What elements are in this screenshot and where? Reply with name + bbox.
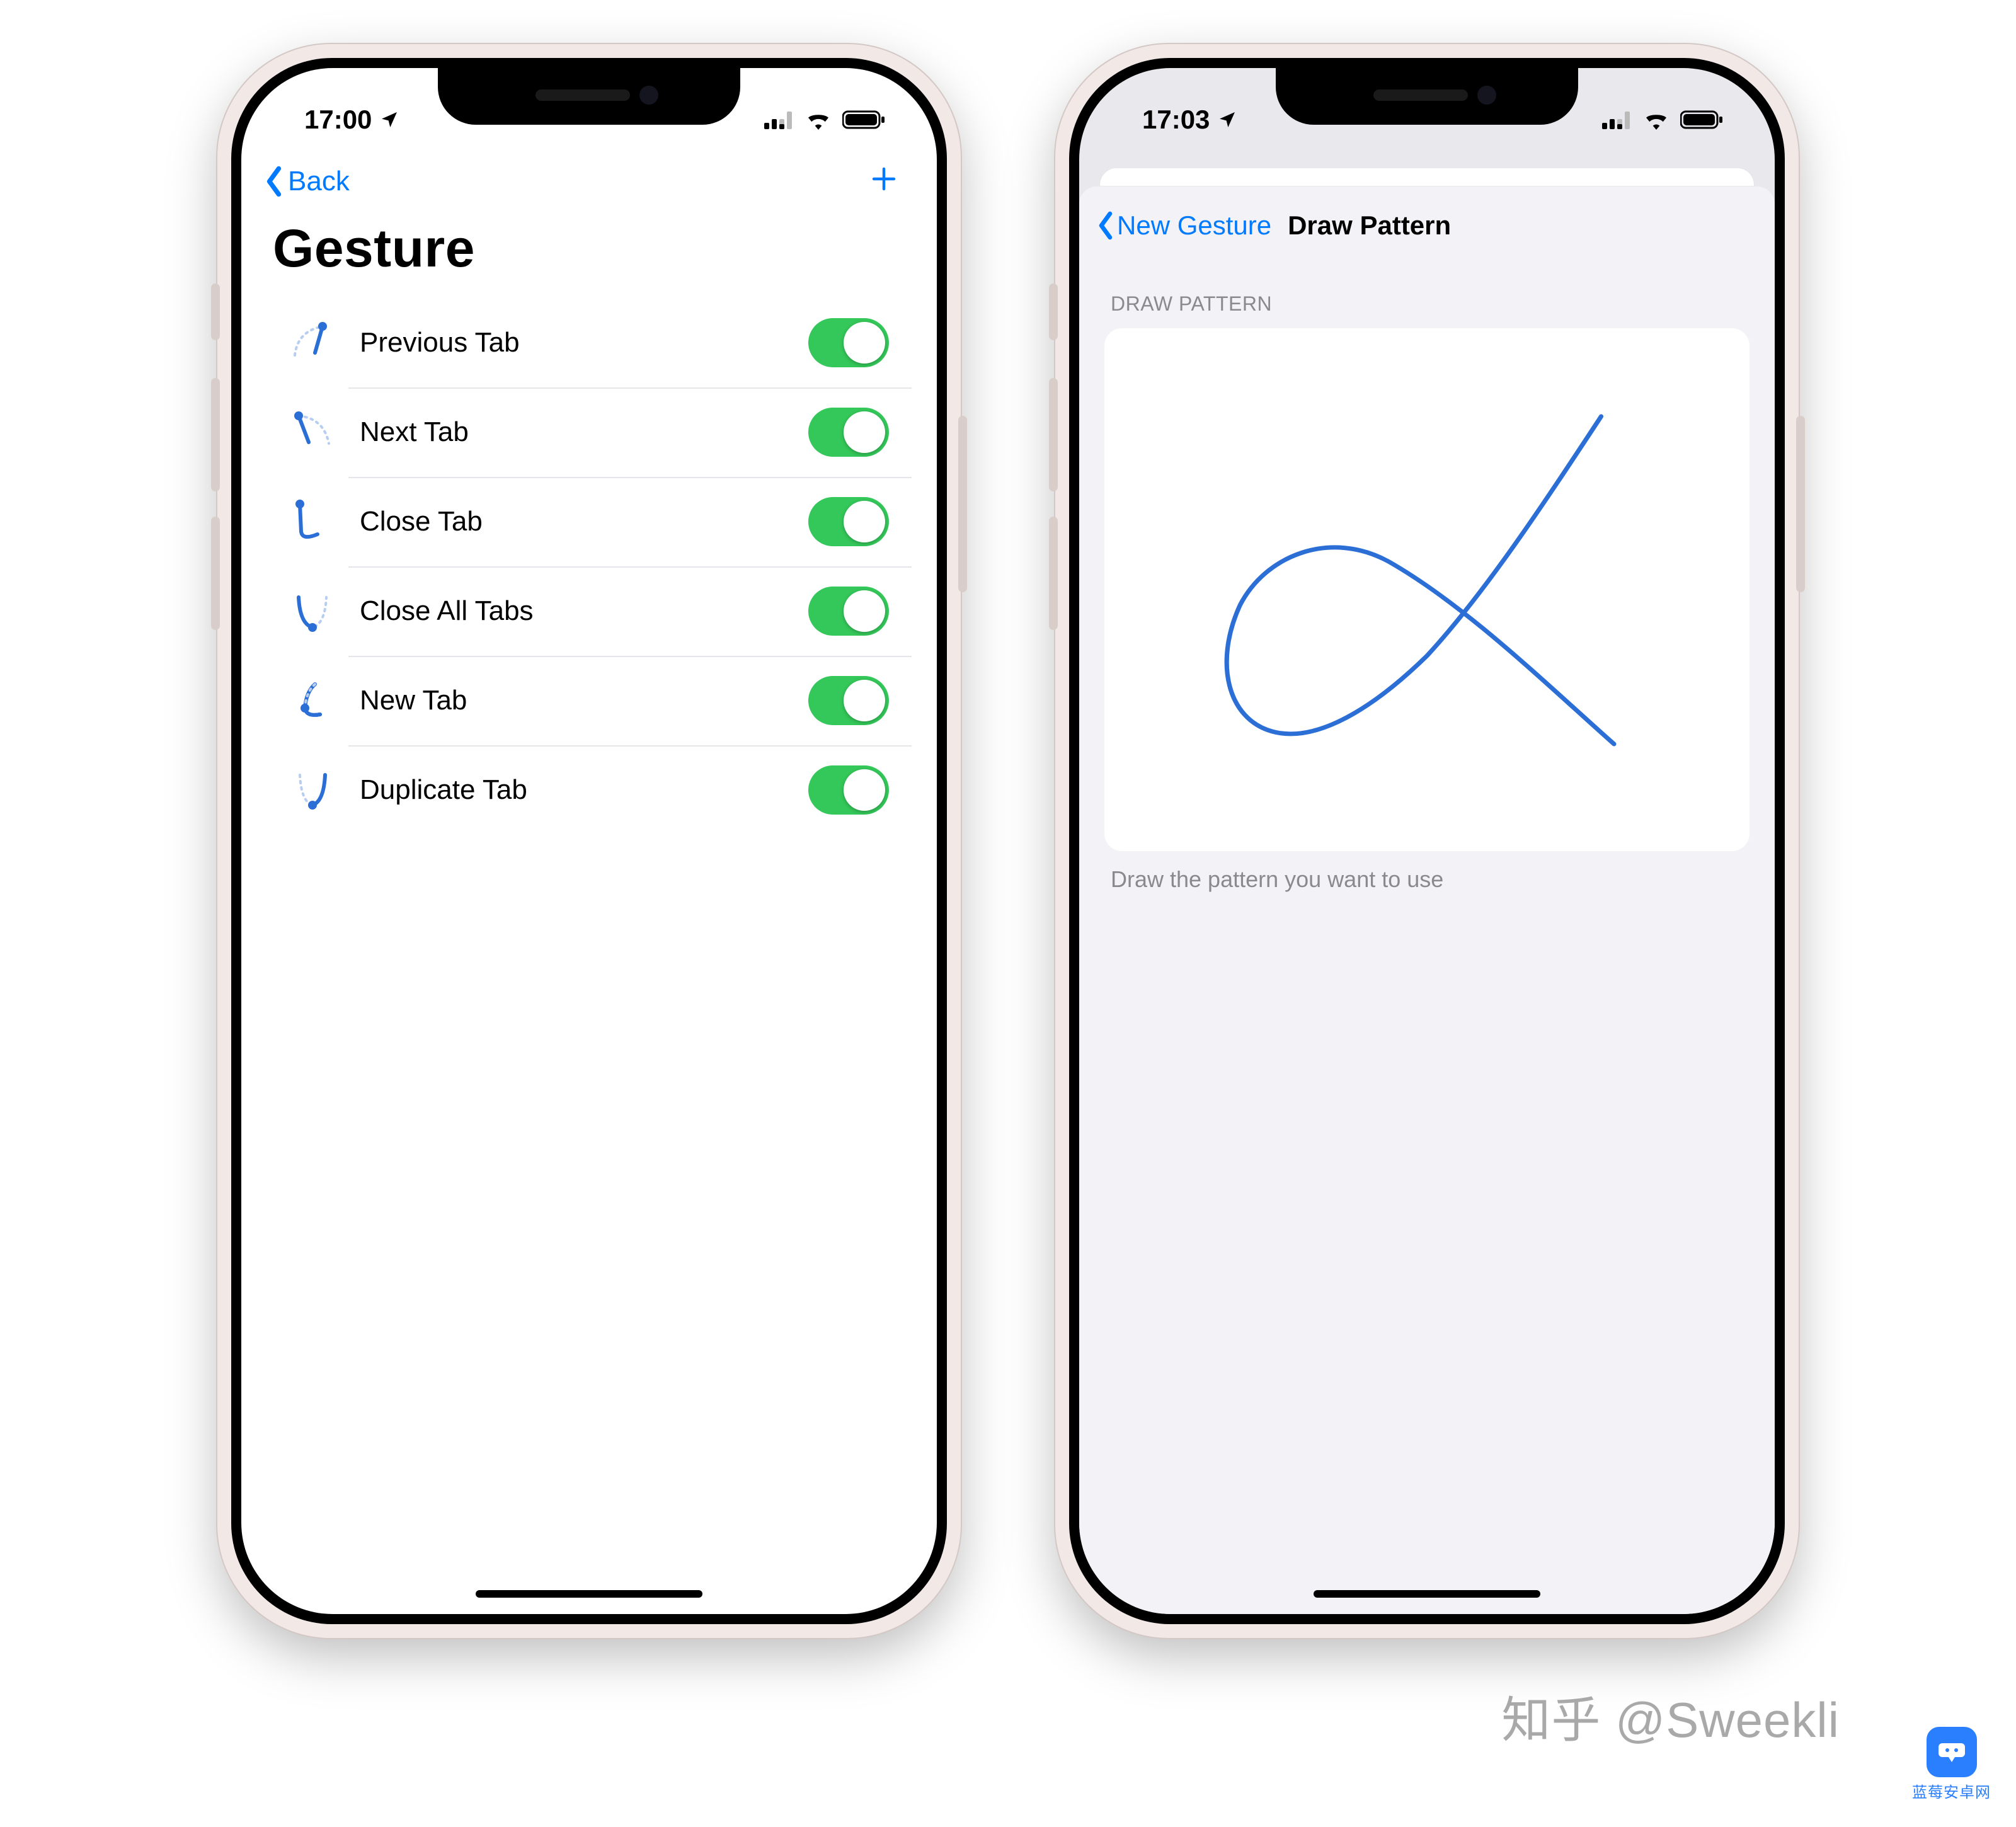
location-icon <box>1217 110 1237 130</box>
add-button[interactable] <box>869 163 905 200</box>
volume-down-button <box>211 517 220 630</box>
plus-icon <box>869 164 899 194</box>
cellular-icon <box>764 110 794 129</box>
row-label: Duplicate Tab <box>360 774 789 806</box>
toggle-new-tab[interactable] <box>808 676 889 725</box>
location-icon <box>379 110 399 130</box>
nav-bar: Back <box>241 150 937 207</box>
mute-switch <box>1049 284 1058 340</box>
back-button[interactable]: Back <box>263 165 350 198</box>
row-label: Close All Tabs <box>360 595 789 627</box>
phone-right: 17:03 <box>1055 44 1799 1638</box>
cellular-icon <box>1602 110 1632 129</box>
drawn-gesture-path <box>1104 328 1750 851</box>
row-label: Previous Tab <box>360 327 789 358</box>
back-label: Back <box>288 166 350 197</box>
notch <box>438 68 740 125</box>
status-time: 17:00 <box>304 105 372 135</box>
battery-icon <box>842 110 886 130</box>
phone-left: 17:00 <box>217 44 961 1638</box>
row-close-all-tabs[interactable]: Close All Tabs <box>266 566 912 656</box>
row-duplicate-tab[interactable]: Duplicate Tab <box>266 745 912 835</box>
power-button <box>958 416 967 592</box>
chevron-left-icon <box>263 165 285 198</box>
section-header: DRAW PATTERN <box>1079 258 1775 328</box>
row-label: New Tab <box>360 685 789 716</box>
gesture-new-tab-icon <box>284 672 341 729</box>
gesture-close-tab-icon <box>284 493 341 550</box>
screen-right: 17:03 <box>1079 68 1775 1614</box>
row-close-tab[interactable]: Close Tab <box>266 477 912 566</box>
gesture-close-all-tabs-icon <box>284 583 341 639</box>
battery-icon <box>1680 110 1724 130</box>
back-button[interactable]: New Gesture <box>1096 210 1271 241</box>
power-button <box>1796 416 1805 592</box>
row-new-tab[interactable]: New Tab <box>266 656 912 745</box>
badge-logo-icon <box>1927 1727 1977 1777</box>
toggle-close-tab[interactable] <box>808 497 889 546</box>
draw-pattern-canvas[interactable] <box>1104 328 1750 851</box>
screen-left: 17:00 <box>241 68 937 1614</box>
mute-switch <box>211 284 220 340</box>
toggle-close-all-tabs[interactable] <box>808 587 889 636</box>
sheet-title: Draw Pattern <box>1288 210 1451 241</box>
section-footer: Draw the pattern you want to use <box>1079 851 1775 908</box>
home-indicator[interactable] <box>476 1590 702 1598</box>
row-next-tab[interactable]: Next Tab <box>266 387 912 477</box>
volume-up-button <box>1049 378 1058 491</box>
chevron-left-icon <box>1096 210 1116 241</box>
toggle-previous-tab[interactable] <box>808 318 889 367</box>
wifi-icon <box>1642 110 1670 130</box>
watermark-text: 知乎 @Sweekli <box>1501 1681 1840 1751</box>
row-label: Next Tab <box>360 416 789 448</box>
row-label: Close Tab <box>360 506 789 537</box>
badge-text: 蓝莓安卓网 <box>1912 1780 1991 1802</box>
gesture-list: Previous Tab Next Tab <box>266 298 912 835</box>
status-time: 17:03 <box>1142 105 1210 135</box>
toggle-duplicate-tab[interactable] <box>808 765 889 815</box>
gesture-prev-tab-icon <box>284 314 341 371</box>
notch <box>1276 68 1578 125</box>
gesture-next-tab-icon <box>284 404 341 461</box>
toggle-next-tab[interactable] <box>808 408 889 457</box>
page-title: Gesture <box>241 207 937 298</box>
row-previous-tab[interactable]: Previous Tab <box>266 298 912 387</box>
modal-sheet: New Gesture Draw Pattern DRAW PATTERN Dr… <box>1079 186 1775 1614</box>
sheet-nav-bar: New Gesture Draw Pattern <box>1079 186 1775 258</box>
gesture-duplicate-tab-icon <box>284 762 341 818</box>
home-indicator[interactable] <box>1314 1590 1540 1598</box>
corner-badge: 蓝莓安卓网 <box>1912 1727 1991 1802</box>
volume-down-button <box>1049 517 1058 630</box>
volume-up-button <box>211 378 220 491</box>
sheet-backdrop <box>1100 168 1754 186</box>
back-label: New Gesture <box>1117 210 1271 241</box>
wifi-icon <box>805 110 832 130</box>
